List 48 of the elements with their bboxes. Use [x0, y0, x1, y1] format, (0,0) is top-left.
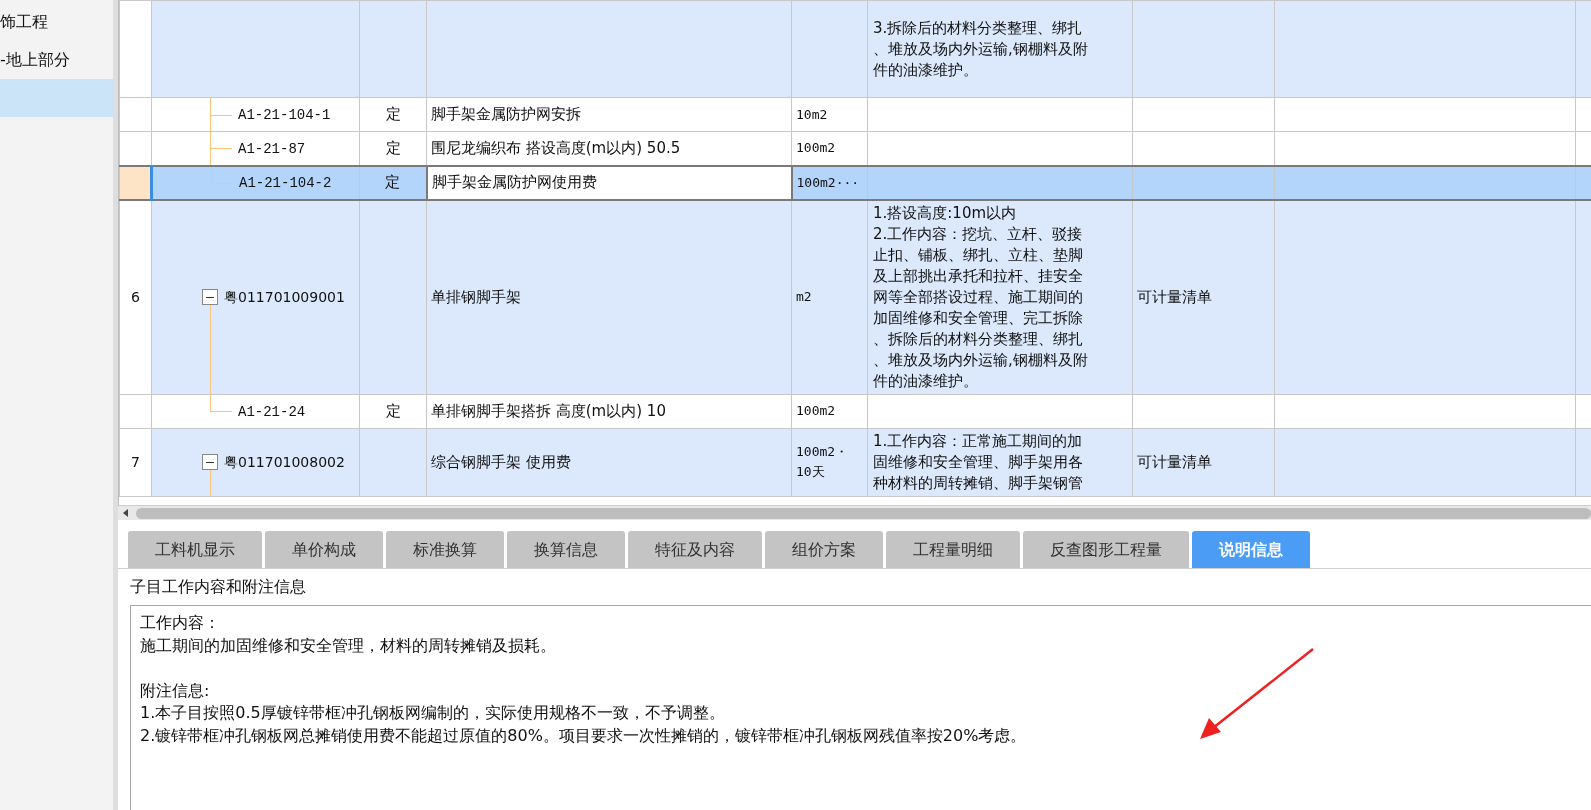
type-cell: 定	[359, 165, 427, 200]
description-line: 施工期间的加固维修和安全管理，材料的周转摊销及损耗。	[140, 634, 557, 657]
item-code: 粤011701009001	[224, 288, 345, 305]
unit-cell: 100m2	[791, 394, 868, 428]
feature-text: 1.搭设高度:10m以内 2.工作内容：挖坑、立杆、驳接止扣、铺板、绑扎、立柱、垫脚及上部挑出承托和拉杆、挂安全网等全部搭设过程、施工期间的加固维修和安全管理、完工拆除、拆除后的材料分类整理、绑扎、堆放及场内外运输,钢棚料及附件的油漆维护。	[873, 202, 1089, 392]
tab[interactable]: 单价构成	[265, 531, 383, 568]
description-line: 工作内容：	[140, 612, 221, 634]
description-line: 1.本子目按照0.5厚镀锌带框冲孔钢板网编制的，实际使用规格不一致，不予调整。	[140, 702, 726, 724]
type-cell: 定	[359, 97, 427, 132]
row-number: 6	[119, 199, 152, 394]
name-cell: 单排钢脚手架搭拆 高度(m以内) 10	[426, 394, 792, 428]
unit-cell: 100m2・ 10天	[791, 428, 868, 496]
name-cell: 综合钢脚手架 使用费	[426, 428, 792, 496]
tab[interactable]: 换算信息	[507, 531, 625, 568]
description-line: 附注信息:	[140, 679, 211, 702]
name-cell: 围尼龙编织布 搭设高度(m以内) 50.5	[426, 131, 792, 166]
tab[interactable]: 工料机显示	[128, 531, 262, 568]
unit-cell: 100m2	[791, 131, 868, 166]
category-cell: 可计量清单	[1132, 199, 1275, 394]
name-cell: 脚手架金属防护网安拆	[426, 97, 792, 132]
unit-cell: m2	[791, 199, 868, 394]
collapse-toggle[interactable]	[202, 289, 218, 306]
tab[interactable]: 标准换算	[386, 531, 504, 568]
type-cell: 定	[359, 131, 427, 166]
feature-text: 3.拆除后的材料分类整理、绑扎、堆放及场内外运输,钢棚料及附件的油漆维护。	[873, 17, 1089, 81]
item-code: A1-21-87	[238, 140, 306, 157]
item-code: A1-21-104-1	[238, 107, 331, 123]
tab[interactable]: 组价方案	[765, 531, 883, 568]
category-cell: 可计量清单	[1132, 428, 1275, 496]
type-cell: 定	[359, 394, 427, 428]
row-number: 7	[119, 428, 152, 496]
tab[interactable]: 反查图形工程量	[1023, 531, 1189, 568]
item-code: A1-21-104-2	[239, 175, 332, 191]
tree-item[interactable]: 饰工程	[0, 3, 113, 41]
item-code: 粤011701008002	[224, 453, 345, 470]
collapse-toggle[interactable]	[202, 454, 218, 471]
item-code: A1-21-24	[238, 403, 306, 420]
description-line: 2.镀锌带框冲孔钢板网总摊销使用费不能超过原值的80%。项目要求一次性摊销的，镀锌带框冲孔钢板网残值率按20%考虑。	[140, 724, 1028, 747]
tab[interactable]: 工程量明细	[886, 531, 1020, 568]
panel-title: 子目工作内容和附注信息	[129, 576, 307, 598]
horizontal-scrollbar[interactable]	[118, 505, 1591, 520]
tree-item[interactable]: -地上部分	[0, 41, 113, 79]
feature-text: 1.工作内容：正常施工期间的加固维修和安全管理、脚手架用各种材料的周转摊销、脚手架钢管	[873, 430, 1084, 494]
name-field[interactable]: 脚手架金属防护网使用费	[426, 165, 792, 200]
name-cell: 单排钢脚手架	[426, 199, 792, 394]
unit-cell: 100m2···	[791, 165, 868, 200]
tab[interactable]: 特征及内容	[628, 531, 762, 568]
unit-cell: 10m2	[791, 97, 868, 132]
